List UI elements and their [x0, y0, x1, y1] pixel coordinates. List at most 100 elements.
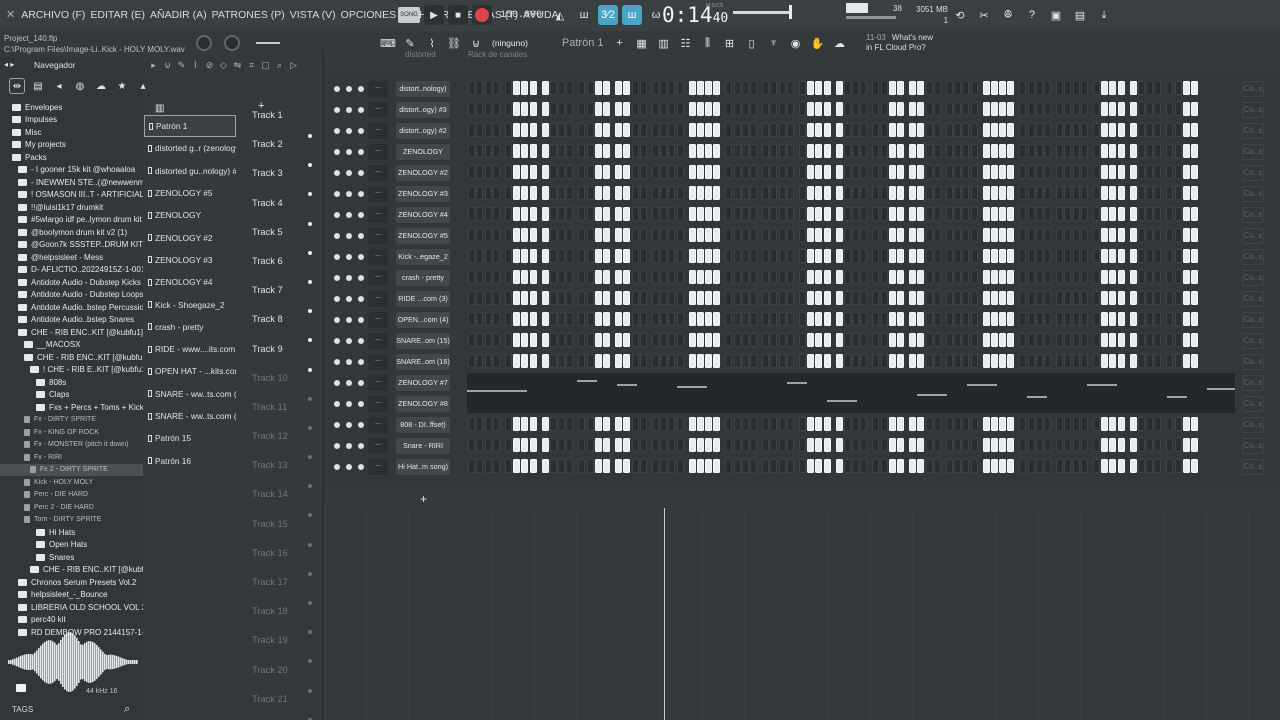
step-button[interactable] — [880, 333, 888, 347]
step-button[interactable] — [897, 228, 904, 242]
step-button[interactable] — [798, 207, 806, 221]
step-button[interactable] — [888, 207, 896, 221]
step-button[interactable] — [623, 144, 631, 158]
step-button[interactable] — [786, 312, 794, 326]
step-button[interactable] — [982, 438, 990, 452]
step-button[interactable] — [933, 249, 941, 263]
step-button[interactable] — [786, 459, 794, 473]
step-button[interactable] — [872, 165, 880, 179]
step-button[interactable] — [1007, 270, 1015, 284]
step-button[interactable] — [468, 165, 475, 179]
step-button[interactable] — [823, 270, 831, 284]
step-button[interactable] — [1154, 291, 1162, 305]
step-button[interactable] — [1154, 417, 1162, 431]
step-button[interactable] — [1080, 207, 1088, 221]
browser-item[interactable]: CHE - RIB ENC..KIT [@kubfu1] — [0, 326, 143, 339]
step-button[interactable] — [1117, 186, 1125, 200]
step-button[interactable] — [688, 354, 696, 368]
step-button[interactable] — [733, 333, 741, 347]
channel-pan-knob[interactable] — [346, 254, 352, 260]
step-button[interactable] — [741, 123, 749, 137]
step-button[interactable] — [1019, 249, 1027, 263]
step-button[interactable] — [688, 81, 696, 95]
browser-item[interactable]: @boolymon drum kit v2 (1) — [0, 226, 143, 239]
step-button[interactable] — [1027, 186, 1035, 200]
stop-icon[interactable]: ■ — [448, 5, 468, 25]
step-button[interactable] — [484, 207, 492, 221]
cut-icon[interactable]: ✂ — [974, 5, 994, 25]
step-button[interactable] — [815, 459, 823, 473]
channel-mixer-track[interactable]: ... — [368, 354, 388, 370]
step-button[interactable] — [741, 207, 749, 221]
step-button[interactable] — [823, 354, 831, 368]
step-button[interactable] — [1174, 312, 1182, 326]
step-button[interactable] — [982, 123, 990, 137]
step-button[interactable] — [843, 459, 851, 473]
step-button[interactable] — [603, 228, 610, 242]
step-button[interactable] — [1044, 102, 1051, 116]
step-button[interactable] — [660, 438, 667, 452]
step-button[interactable] — [521, 81, 529, 95]
track-mute-led[interactable] — [308, 571, 312, 576]
step-button[interactable] — [917, 312, 925, 326]
step-button[interactable] — [954, 438, 961, 452]
step-button[interactable] — [1092, 354, 1100, 368]
step-button[interactable] — [594, 459, 602, 473]
step-button[interactable] — [860, 249, 868, 263]
step-button[interactable] — [990, 207, 998, 221]
step-button[interactable] — [623, 165, 631, 179]
step-button[interactable] — [933, 207, 941, 221]
step-button[interactable] — [843, 207, 851, 221]
step-button[interactable] — [917, 228, 925, 242]
step-button[interactable] — [741, 249, 749, 263]
step-button[interactable] — [1044, 165, 1051, 179]
step-button[interactable] — [835, 102, 843, 116]
step-button[interactable] — [888, 459, 896, 473]
step-button[interactable] — [725, 81, 733, 95]
pattern-item[interactable]: ZENOLOGY #3 — [144, 249, 236, 271]
step-button[interactable] — [815, 417, 823, 431]
step-button[interactable] — [1174, 459, 1182, 473]
step-button[interactable] — [1154, 438, 1162, 452]
step-button[interactable] — [872, 459, 880, 473]
step-button[interactable] — [860, 165, 868, 179]
step-button[interactable] — [1137, 228, 1145, 242]
master-pitch-knob[interactable] — [196, 35, 212, 51]
step-button[interactable] — [1092, 249, 1100, 263]
step-button[interactable] — [549, 270, 557, 284]
browser-tree-icon[interactable]: ⊞ — [720, 33, 740, 53]
step-button[interactable] — [925, 291, 933, 305]
step-button[interactable] — [823, 249, 831, 263]
step-button[interactable] — [1080, 102, 1088, 116]
step-button[interactable] — [1019, 207, 1027, 221]
step-button[interactable] — [970, 312, 978, 326]
step-button[interactable] — [1109, 438, 1117, 452]
step-button[interactable] — [733, 102, 741, 116]
step-button[interactable] — [990, 249, 998, 263]
step-button[interactable] — [897, 165, 904, 179]
step-button[interactable] — [852, 123, 859, 137]
step-button[interactable] — [1146, 207, 1153, 221]
step-button[interactable] — [504, 459, 512, 473]
step-button[interactable] — [504, 354, 512, 368]
step-button[interactable] — [1007, 459, 1015, 473]
channel-select[interactable]: Co..s — [1242, 438, 1264, 454]
step-button[interactable] — [578, 270, 586, 284]
step-button[interactable] — [962, 207, 970, 221]
step-button[interactable] — [484, 186, 492, 200]
step-button[interactable] — [476, 333, 484, 347]
step-button[interactable] — [1137, 417, 1145, 431]
step-button[interactable] — [696, 144, 704, 158]
step-button[interactable] — [566, 228, 574, 242]
step-button[interactable] — [982, 207, 990, 221]
step-button[interactable] — [860, 81, 868, 95]
step-button[interactable] — [651, 186, 659, 200]
step-button[interactable] — [631, 144, 639, 158]
step-button[interactable] — [917, 354, 925, 368]
step-button[interactable] — [888, 228, 896, 242]
step-button[interactable] — [1092, 270, 1100, 284]
step-button[interactable] — [872, 270, 880, 284]
step-button[interactable] — [1056, 207, 1063, 221]
step-button[interactable] — [504, 249, 512, 263]
step-button[interactable] — [660, 207, 667, 221]
